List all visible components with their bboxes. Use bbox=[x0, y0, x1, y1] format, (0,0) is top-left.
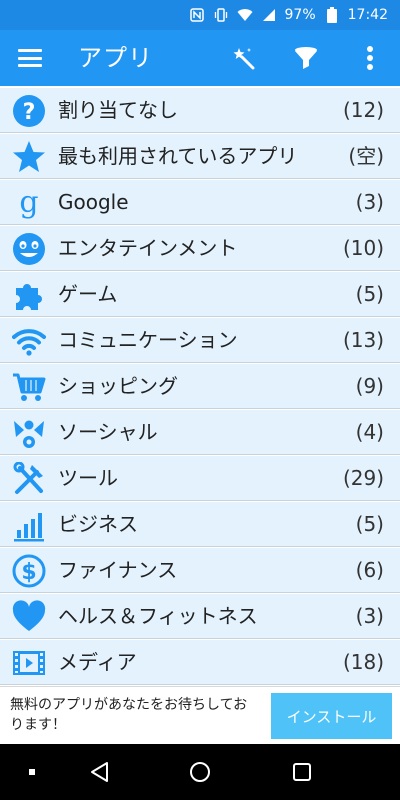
ad-text: 無料のアプリがあなたをお待ちしております！ bbox=[10, 697, 248, 733]
category-label: ゲーム bbox=[58, 282, 118, 306]
star-icon bbox=[12, 140, 46, 174]
cart-icon bbox=[12, 370, 46, 404]
signal-icon bbox=[261, 7, 277, 23]
category-label: ファイナンス bbox=[58, 558, 178, 582]
question-icon: ? bbox=[12, 94, 46, 128]
category-row[interactable]: 最も利用されているアプリ (空) bbox=[0, 134, 400, 179]
category-row[interactable]: ツール (29) bbox=[0, 456, 400, 501]
category-count: (18) bbox=[342, 650, 384, 674]
category-row[interactable]: ? 割り当てなし (12) bbox=[0, 88, 400, 133]
magic-wand-icon[interactable] bbox=[228, 42, 260, 74]
tools-icon bbox=[12, 462, 46, 496]
category-count: (10) bbox=[342, 236, 384, 260]
category-label: ビジネス bbox=[58, 512, 138, 536]
category-label: 最も利用されているアプリ bbox=[58, 144, 298, 168]
category-row[interactable]: $ ファイナンス (6) bbox=[0, 548, 400, 593]
category-label: ツール bbox=[58, 466, 118, 490]
app-bar: アプリ bbox=[0, 30, 400, 86]
more-vert-icon[interactable] bbox=[354, 42, 386, 74]
category-count: (5) bbox=[355, 512, 384, 536]
category-count: (3) bbox=[355, 604, 384, 628]
battery-icon bbox=[324, 7, 340, 23]
category-count: (12) bbox=[342, 98, 384, 122]
category-row[interactable]: ゲーム (5) bbox=[0, 272, 400, 317]
category-count: (29) bbox=[342, 466, 384, 490]
category-row[interactable]: メディア (18) bbox=[0, 640, 400, 685]
battery-percent: 97% bbox=[284, 7, 316, 23]
google-g-icon: g bbox=[12, 186, 46, 220]
category-count: (5) bbox=[355, 282, 384, 306]
bar-chart-icon bbox=[12, 508, 46, 542]
category-row[interactable]: エンタテインメント (10) bbox=[0, 226, 400, 271]
category-row[interactable]: ヘルス＆フィットネス (3) bbox=[0, 594, 400, 639]
home-icon[interactable] bbox=[186, 758, 214, 786]
category-count: (4) bbox=[355, 420, 384, 444]
install-button[interactable]: インストール bbox=[271, 693, 392, 739]
nfc-icon bbox=[189, 7, 205, 23]
back-icon[interactable] bbox=[86, 758, 114, 786]
menu-icon[interactable] bbox=[16, 44, 44, 72]
category-row[interactable]: ビジネス (5) bbox=[0, 502, 400, 547]
puzzle-icon bbox=[12, 278, 46, 312]
category-list: ? 割り当てなし (12) 最も利用されているアプリ (空) g Google … bbox=[0, 86, 400, 686]
svg-text:$: $ bbox=[21, 560, 36, 585]
category-row[interactable]: ソーシャル (4) bbox=[0, 410, 400, 455]
category-label: 割り当てなし bbox=[58, 98, 178, 122]
category-label: コミュニケーション bbox=[58, 328, 238, 352]
category-row[interactable]: ショッピング (9) bbox=[0, 364, 400, 409]
category-row[interactable]: g Google (3) bbox=[0, 180, 400, 225]
category-count: (3) bbox=[355, 190, 384, 214]
category-label: ヘルス＆フィットネス bbox=[58, 604, 258, 628]
filter-icon[interactable] bbox=[290, 42, 322, 74]
category-label: ソーシャル bbox=[58, 420, 158, 444]
social-icon bbox=[12, 416, 46, 450]
vibrate-icon bbox=[213, 7, 229, 23]
category-label: ショッピング bbox=[58, 374, 178, 398]
svg-text:?: ? bbox=[23, 100, 36, 125]
clock: 17:42 bbox=[347, 7, 388, 23]
svg-text:g: g bbox=[19, 186, 38, 220]
smiley-icon bbox=[12, 232, 46, 266]
navigation-bar bbox=[0, 744, 400, 800]
category-count: (6) bbox=[355, 558, 384, 582]
category-label: Google bbox=[58, 190, 129, 214]
status-bar: 97% 17:42 bbox=[0, 0, 400, 30]
recents-dot-icon[interactable] bbox=[18, 758, 46, 786]
category-count: (13) bbox=[342, 328, 384, 352]
category-label: メディア bbox=[58, 650, 137, 674]
category-count: (9) bbox=[355, 374, 384, 398]
overview-icon[interactable] bbox=[288, 758, 316, 786]
category-row[interactable]: コミュニケーション (13) bbox=[0, 318, 400, 363]
dollar-icon: $ bbox=[12, 554, 46, 588]
page-title: アプリ bbox=[78, 44, 153, 72]
wifi-icon bbox=[237, 7, 253, 23]
category-count: (空) bbox=[348, 144, 384, 168]
heart-icon bbox=[12, 600, 46, 634]
wifi-icon bbox=[12, 324, 46, 358]
ad-banner: 無料のアプリがあなたをお待ちしております！ インストール bbox=[0, 686, 400, 744]
category-label: エンタテインメント bbox=[58, 236, 238, 260]
film-icon bbox=[12, 646, 46, 680]
